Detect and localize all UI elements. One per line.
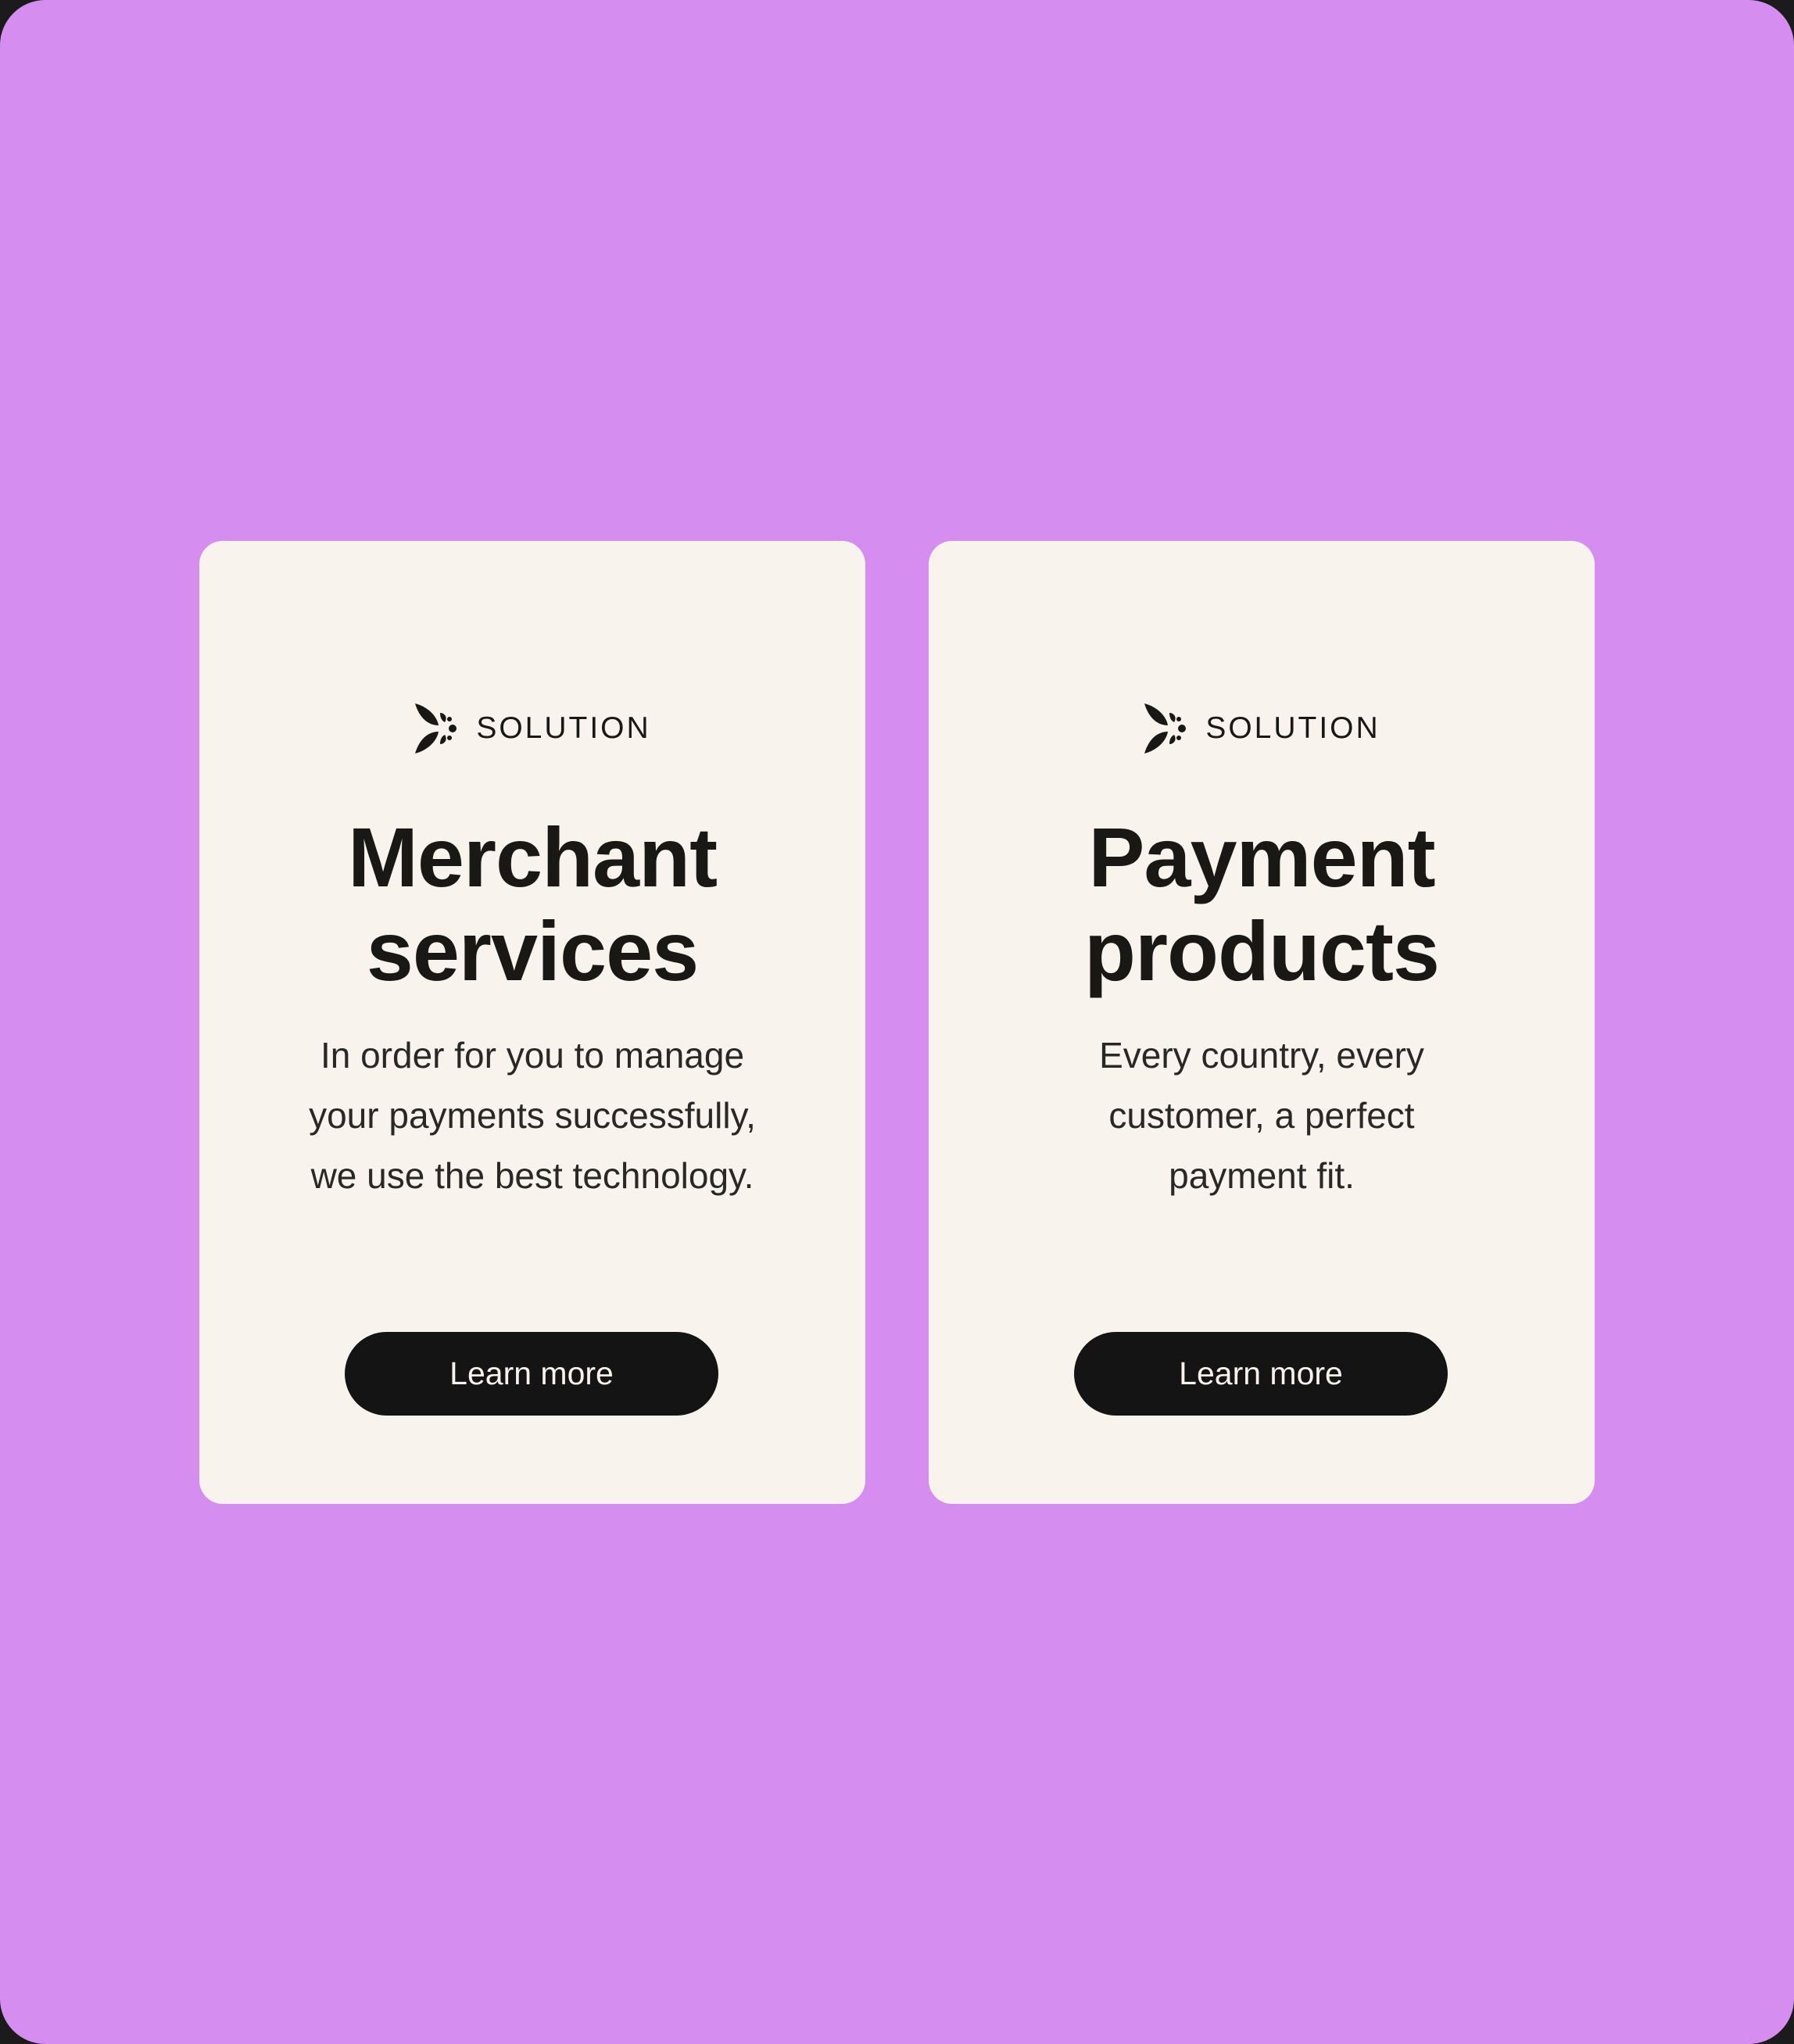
card-description-line: In order for you to manage	[320, 1035, 745, 1076]
card-description-line: customer, a perfect	[1108, 1095, 1415, 1136]
card-description-line: we use the best technology.	[310, 1155, 754, 1196]
card-eyebrow: SOLUTION	[199, 702, 865, 755]
learn-more-button[interactable]: Learn more	[1074, 1332, 1448, 1416]
solution-logo-icon	[415, 703, 457, 754]
solution-card-payment-products: SOLUTION Payment products Every country,…	[929, 541, 1595, 1504]
card-title-line: Merchant	[347, 810, 718, 904]
card-description-line: your payments successfully,	[309, 1095, 756, 1136]
card-description: In order for you to manage your payments…	[262, 1026, 803, 1206]
solution-logo-icon	[1144, 703, 1187, 754]
card-title-line: services	[366, 904, 699, 998]
card-title: Merchant services	[199, 811, 865, 998]
learn-more-button[interactable]: Learn more	[345, 1332, 718, 1416]
card-eyebrow-label: SOLUTION	[476, 711, 651, 745]
solution-card-merchant-services: SOLUTION Merchant services In order for …	[199, 541, 865, 1504]
card-title-line: Payment	[1088, 810, 1435, 904]
card-eyebrow: SOLUTION	[929, 702, 1595, 755]
card-description-line: payment fit.	[1169, 1155, 1355, 1196]
card-title: Payment products	[929, 811, 1595, 998]
card-title-line: products	[1083, 904, 1440, 998]
card-description-line: Every country, every	[1099, 1035, 1424, 1076]
page-canvas: SOLUTION Merchant services In order for …	[0, 0, 1794, 2044]
card-description: Every country, every customer, a perfect…	[991, 1026, 1532, 1206]
card-eyebrow-label: SOLUTION	[1205, 711, 1380, 745]
